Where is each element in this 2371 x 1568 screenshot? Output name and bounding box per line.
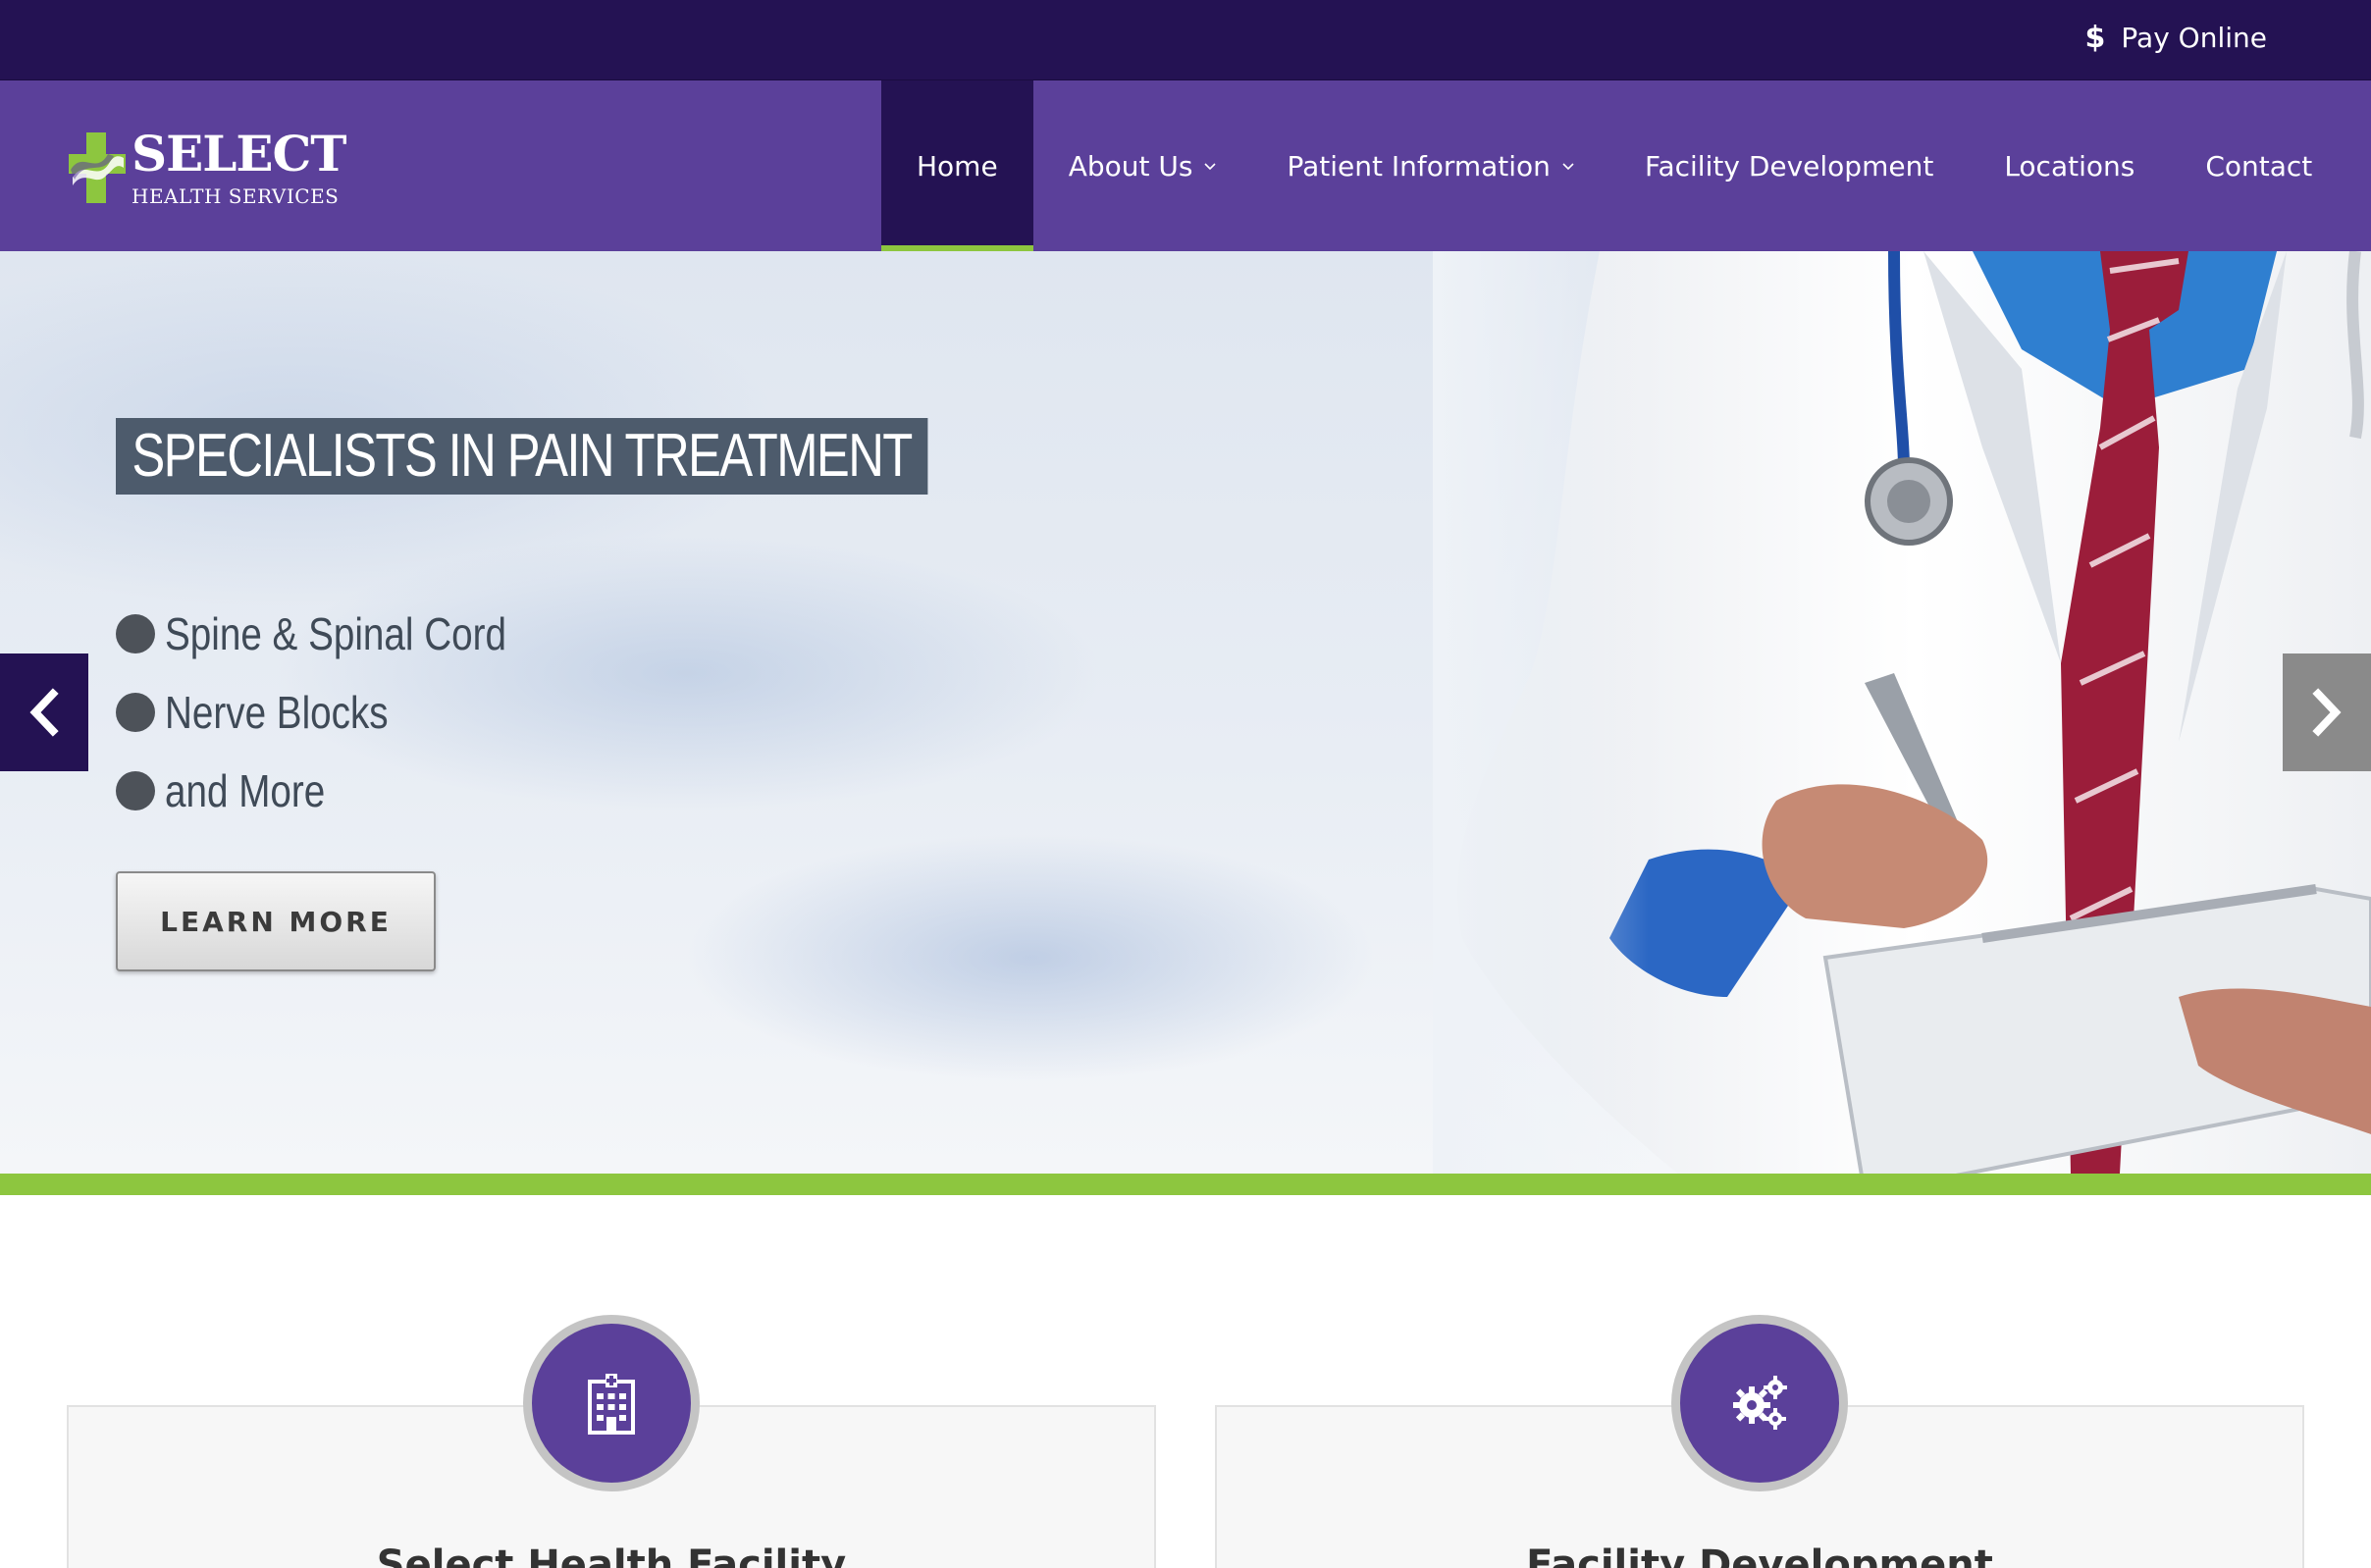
chevron-down-icon <box>1204 163 1217 171</box>
hero-divider <box>0 1174 2371 1195</box>
pay-online-link[interactable]: $ Pay Online <box>2085 18 2267 57</box>
list-item: Spine & Spinal Cord <box>116 595 571 673</box>
nav-item-label: Patient Information <box>1287 149 1551 183</box>
nav-item-label: About Us <box>1068 149 1193 183</box>
hero-slider: SPECIALISTS IN PAIN TREATMENT Spine & Sp… <box>0 251 2371 1174</box>
doctor-photo <box>1433 251 2371 1174</box>
nav-item-home[interactable]: Home <box>881 80 1033 251</box>
medical-cross-logo-icon <box>69 132 126 203</box>
nav-item-label: Home <box>917 149 998 183</box>
dollar-sign-icon: $ <box>2084 20 2106 55</box>
hero-title: SPECIALISTS IN PAIN TREATMENT <box>116 418 928 495</box>
nav-item-label: Locations <box>2004 149 2135 183</box>
nav-item-facility-development[interactable]: Facility Development <box>1609 80 1969 251</box>
card-icon-badge <box>1671 1315 1848 1491</box>
bullet-dot-icon <box>116 771 155 810</box>
logo-name: SELECT <box>132 125 346 183</box>
chevron-down-icon <box>1562 163 1574 171</box>
gears-icon <box>1733 1376 1787 1430</box>
nav-item-patient-information[interactable]: Patient Information <box>1251 80 1608 251</box>
site-logo[interactable]: SELECT HEALTH SERVICES <box>67 124 346 212</box>
card-title: Facility Development <box>1526 1542 1993 1568</box>
nav-item-locations[interactable]: Locations <box>1969 80 2170 251</box>
logo-tagline: HEALTH SERVICES <box>132 184 340 208</box>
chevron-left-icon <box>29 688 59 737</box>
nav-item-label: Facility Development <box>1644 149 1934 183</box>
main-navbar: SELECT HEALTH SERVICES Home About Us Pat… <box>0 80 2371 251</box>
pay-online-label: Pay Online <box>2121 21 2267 54</box>
chevron-right-icon <box>2312 688 2342 737</box>
list-item: Nerve Blocks <box>116 673 571 752</box>
hero-bullet-list: Spine & Spinal Cord Nerve Blocks and Mor… <box>116 595 571 830</box>
nav-item-about-us[interactable]: About Us <box>1033 80 1252 251</box>
card-icon-badge <box>523 1315 700 1491</box>
bullet-dot-icon <box>116 614 155 653</box>
hospital-building-icon <box>588 1374 635 1435</box>
nav-item-label: Contact <box>2205 149 2313 183</box>
learn-more-button[interactable]: LEARN MORE <box>116 871 436 971</box>
slider-next-button[interactable] <box>2283 653 2371 771</box>
card-title: Select Health Facility <box>376 1542 847 1568</box>
top-utility-bar: $ Pay Online <box>0 0 2371 80</box>
slider-prev-button[interactable] <box>0 653 88 771</box>
primary-nav: Home About Us Patient Information Facili… <box>881 80 2347 251</box>
list-item: and More <box>116 752 571 830</box>
nav-item-contact[interactable]: Contact <box>2170 80 2347 251</box>
bullet-dot-icon <box>116 693 155 732</box>
